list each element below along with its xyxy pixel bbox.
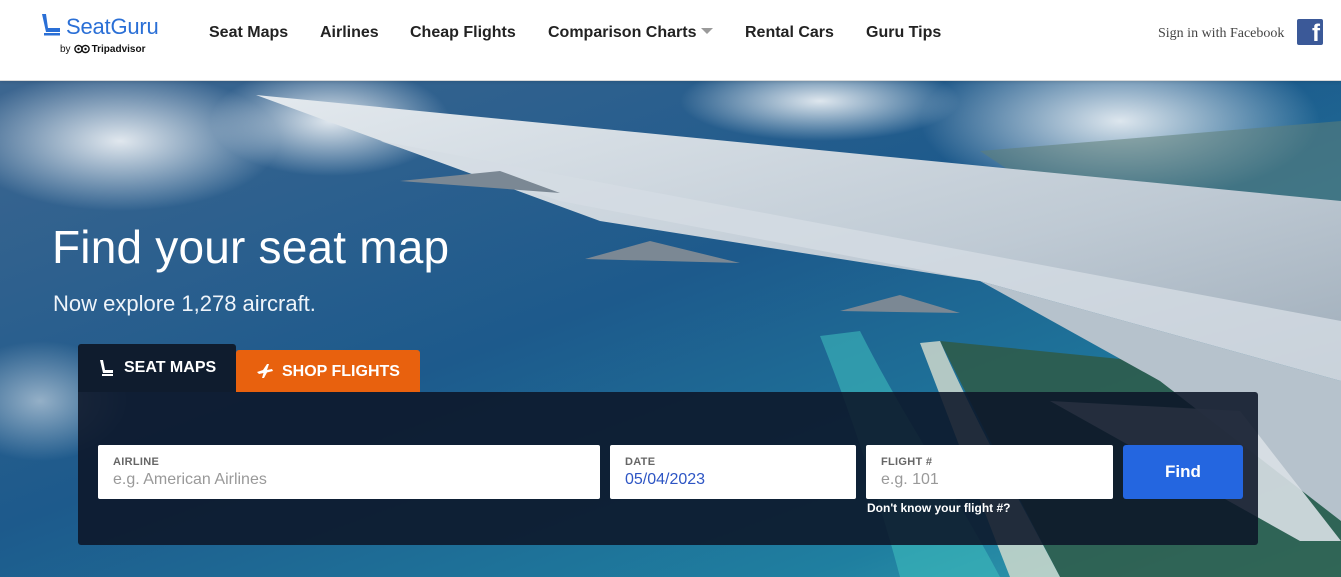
sign-in-facebook-link[interactable]: Sign in with Facebook [1158, 26, 1284, 42]
site-header: SeatGuru by Tripadvisor Seat Maps Airline… [0, 0, 1341, 81]
seatguru-logo[interactable]: SeatGuru by Tripadvisor [38, 10, 178, 62]
hero-subheadline: Now explore 1,278 aircraft. [53, 291, 316, 316]
nav-airlines[interactable]: Airlines [320, 24, 379, 42]
tab-shop-flights[interactable]: SHOP FLIGHTS [236, 350, 420, 392]
flight-number-field-label: FLIGHT # [881, 456, 933, 468]
seat-map-search-panel: AIRLINE e.g. American Airlines DATE 05/0… [78, 392, 1258, 545]
nav-guru-tips[interactable]: Guru Tips [866, 24, 941, 42]
byline-company: Tripadvisor [91, 44, 146, 55]
flight-number-input[interactable]: e.g. 101 [881, 471, 939, 489]
date-input[interactable]: 05/04/2023 [625, 471, 705, 489]
tab-shop-flights-label: SHOP FLIGHTS [282, 363, 400, 380]
dont-know-flight-link[interactable]: Don't know your flight #? [867, 501, 1011, 515]
chevron-down-icon [701, 27, 714, 34]
nav-comparison-charts-label: Comparison Charts [548, 24, 697, 41]
nav-comparison-charts[interactable]: Comparison Charts [548, 24, 714, 42]
nav-cheap-flights[interactable]: Cheap Flights [410, 24, 516, 42]
flight-number-field[interactable]: FLIGHT # e.g. 101 [866, 445, 1113, 499]
seat-icon [100, 360, 113, 376]
date-field[interactable]: DATE 05/04/2023 [610, 445, 856, 499]
facebook-icon[interactable]: f [1297, 19, 1323, 47]
hero-headline: Find your seat map [52, 221, 450, 273]
brand-name: SeatGuru [66, 14, 159, 39]
tripadvisor-owl-icon [73, 45, 90, 54]
airline-input[interactable]: e.g. American Airlines [113, 471, 267, 489]
airplane-icon [257, 364, 273, 378]
tab-seat-maps[interactable]: SEAT MAPS [78, 344, 236, 392]
nav-seat-maps[interactable]: Seat Maps [209, 24, 288, 42]
byline-prefix: by [60, 44, 71, 55]
find-button[interactable]: Find [1123, 445, 1243, 499]
facebook-glyph: f [1312, 20, 1320, 47]
date-field-label: DATE [625, 456, 656, 468]
airline-field-label: AIRLINE [113, 456, 160, 468]
tab-seat-maps-label: SEAT MAPS [124, 359, 217, 376]
nav-rental-cars[interactable]: Rental Cars [745, 24, 834, 42]
brand-byline: by Tripadvisor [60, 44, 145, 55]
airline-field[interactable]: AIRLINE e.g. American Airlines [98, 445, 600, 499]
seat-logo-icon [42, 14, 60, 36]
